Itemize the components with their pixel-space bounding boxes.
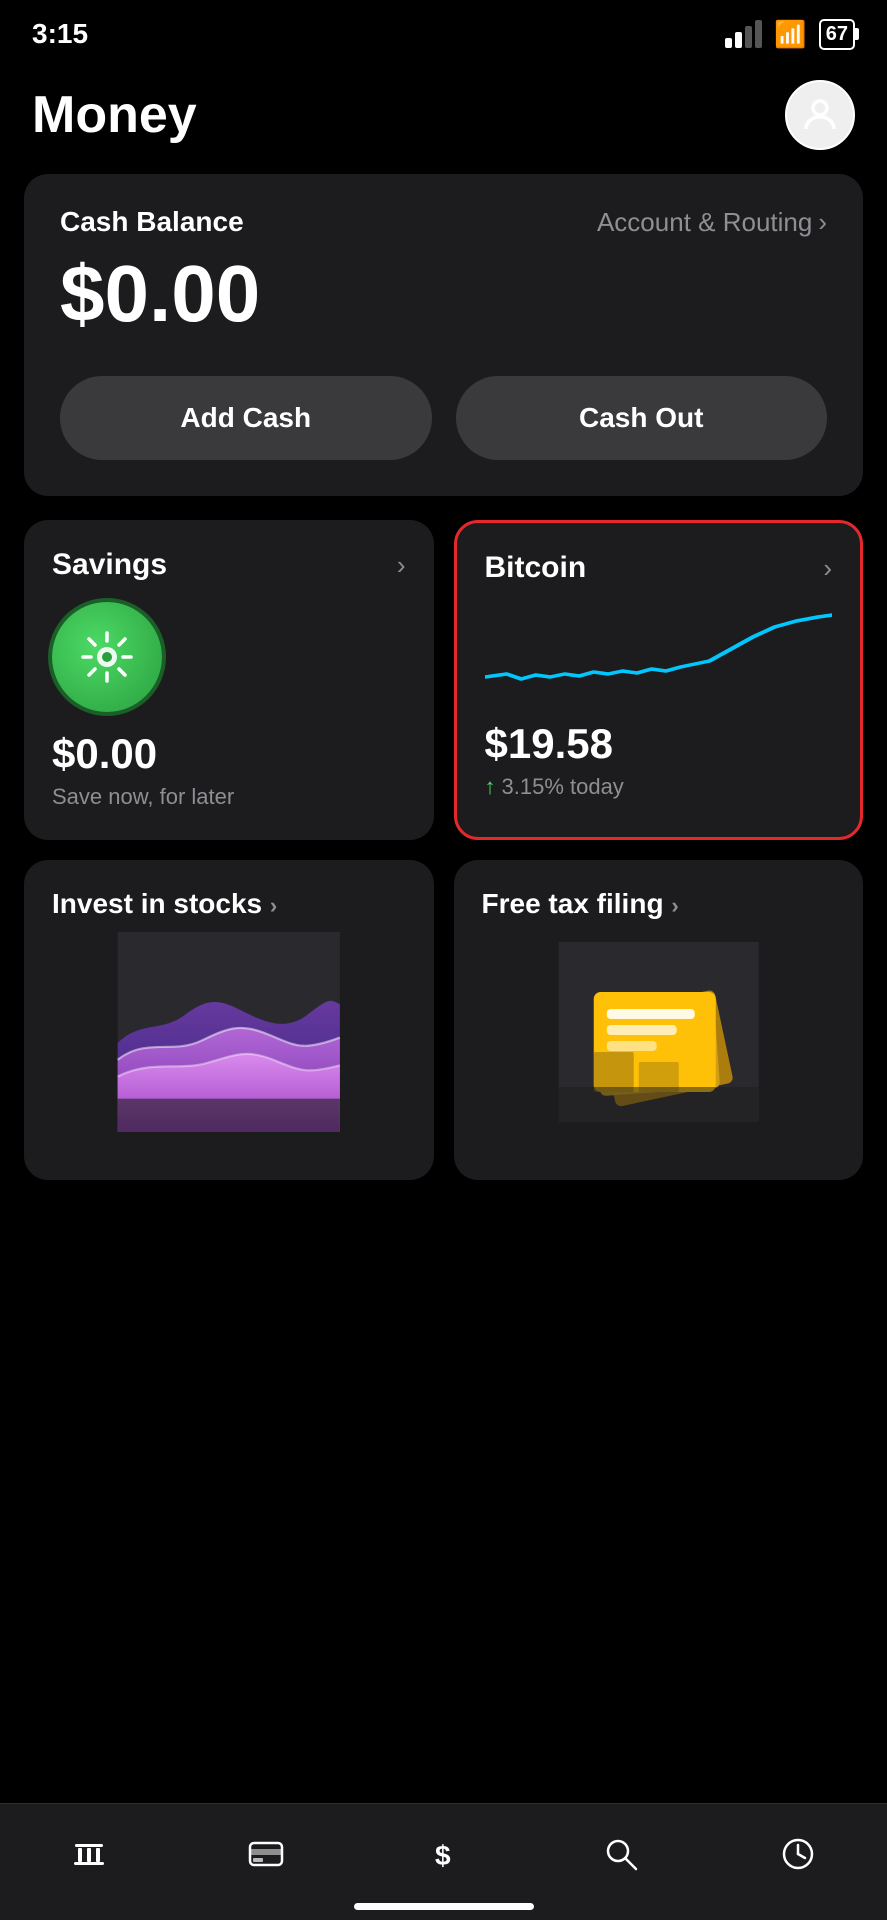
savings-card-header: Savings › [52, 548, 406, 582]
nav-search[interactable] [579, 1824, 663, 1884]
cash-balance-top: Cash Balance Account & Routing › [60, 206, 827, 238]
status-bar: 3:15 📶 67 [0, 0, 887, 60]
signal-icon [725, 20, 762, 48]
profile-button[interactable] [785, 80, 855, 150]
savings-card[interactable]: Savings › $0.00 Save now, for later [24, 520, 434, 840]
bitcoin-card[interactable]: Bitcoin › $19.58 ↑ 3.15% today [454, 520, 864, 840]
tax-arrow: › [671, 893, 678, 918]
cash-out-button[interactable]: Cash Out [456, 376, 828, 460]
savings-subtitle: Save now, for later [52, 784, 406, 810]
svg-text:$: $ [435, 1840, 451, 1871]
stocks-arrow: › [270, 893, 277, 918]
search-icon [599, 1832, 643, 1876]
savings-value: $0.00 [52, 730, 406, 778]
nav-card[interactable] [224, 1824, 308, 1884]
home-icon [67, 1832, 111, 1876]
bitcoin-card-header: Bitcoin › [485, 551, 833, 585]
header: Money [0, 60, 887, 174]
account-routing-arrow: › [818, 207, 827, 238]
tax-card-header: Free tax filing › [454, 860, 864, 932]
nav-home[interactable] [47, 1824, 131, 1884]
tax-title: Free tax filing › [482, 888, 679, 920]
tax-svg [464, 942, 854, 1122]
page-title: Money [32, 85, 197, 145]
tax-card[interactable]: Free tax filing › [454, 860, 864, 1180]
account-routing-text: Account & Routing [597, 207, 812, 238]
account-routing-link[interactable]: Account & Routing › [597, 207, 827, 238]
dollar-icon: $ [421, 1832, 465, 1876]
stocks-title: Invest in stocks › [52, 888, 277, 920]
wifi-icon: 📶 [774, 19, 806, 50]
bitcoin-change-text: 3.15% today [502, 774, 624, 800]
bitcoin-title: Bitcoin [485, 551, 587, 585]
time: 3:15 [32, 18, 88, 50]
card-icon [244, 1832, 288, 1876]
bottom-cards-grid: Invest in stocks › [24, 860, 863, 1180]
tax-illustration [454, 932, 864, 1132]
cash-amount: $0.00 [60, 248, 827, 340]
savings-title: Savings [52, 548, 167, 582]
cash-balance-label: Cash Balance [60, 206, 244, 238]
nav-cash[interactable]: $ [401, 1824, 485, 1884]
cards-grid: Savings › $0.00 Save now, for later [24, 520, 863, 840]
bitcoin-arrow: › [823, 553, 832, 584]
stocks-chart-svg [24, 932, 434, 1132]
home-indicator [354, 1903, 534, 1910]
up-arrow-icon: ↑ [485, 774, 496, 800]
stocks-card-header: Invest in stocks › [24, 860, 434, 932]
action-buttons: Add Cash Cash Out [60, 376, 827, 460]
clock-icon [776, 1832, 820, 1876]
add-cash-button[interactable]: Add Cash [60, 376, 432, 460]
profile-icon [799, 94, 841, 136]
cash-balance-card: Cash Balance Account & Routing › $0.00 A… [24, 174, 863, 496]
status-icons: 📶 67 [725, 19, 855, 50]
bitcoin-chart [485, 609, 833, 699]
bitcoin-value: $19.58 [485, 720, 833, 768]
savings-gear-icon [77, 627, 137, 687]
bitcoin-change: ↑ 3.15% today [485, 774, 833, 800]
stocks-title-text: Invest in stocks [52, 888, 262, 919]
nav-activity[interactable] [756, 1824, 840, 1884]
stocks-illustration [24, 932, 434, 1132]
battery-icon: 67 [819, 19, 855, 50]
stocks-card[interactable]: Invest in stocks › [24, 860, 434, 1180]
tax-title-text: Free tax filing [482, 888, 664, 919]
savings-icon [52, 602, 162, 712]
savings-arrow: › [397, 550, 406, 581]
